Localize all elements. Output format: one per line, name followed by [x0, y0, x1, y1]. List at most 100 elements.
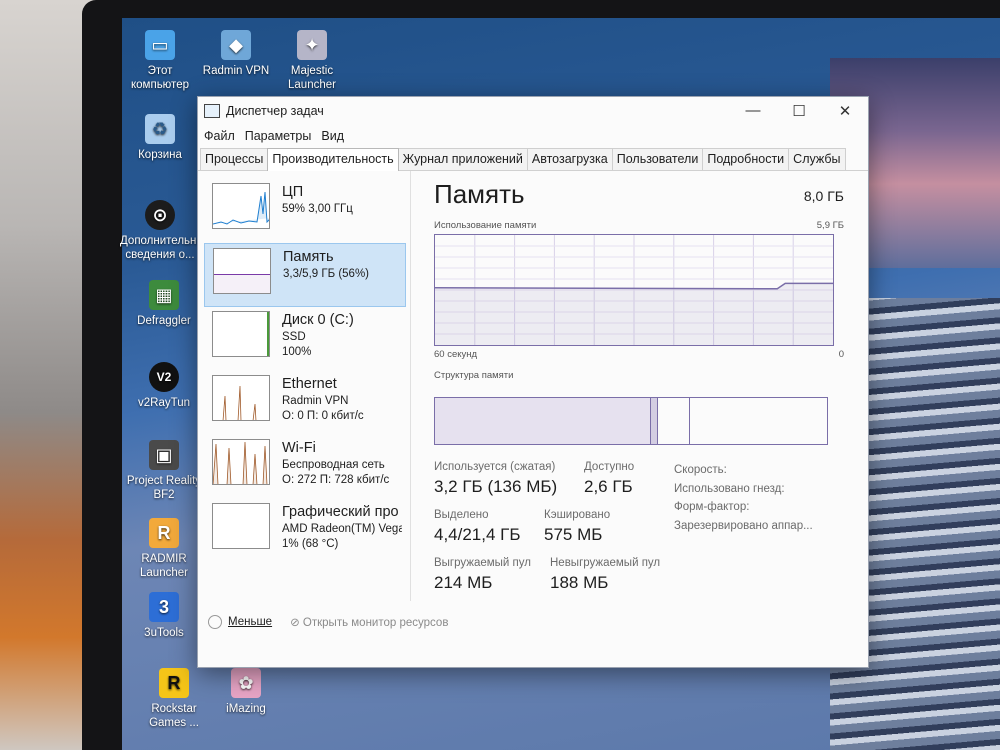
desktop-icon-majestic-launcher[interactable]: ✦ Majestic Launcher — [272, 30, 352, 92]
task-manager-window: Диспетчер задач — ☐ ✕ Файл Параметры Вид… — [197, 96, 869, 668]
composition-standby — [658, 398, 690, 444]
v2raytun-icon: V2 — [149, 362, 179, 392]
memory-composition-bar — [434, 397, 828, 445]
desktop-icon-project-reality[interactable]: ▣ Project Reality BF2 — [124, 440, 204, 502]
desktop-icon-recycle-bin[interactable]: ♻ Корзина — [120, 114, 200, 162]
desktop-icon-defraggler[interactable]: ▦ Defraggler — [124, 280, 204, 328]
fewer-details-button[interactable]: Меньше — [208, 615, 272, 629]
majestic-launcher-icon: ✦ — [297, 30, 327, 60]
desktop-icon-radmir-launcher[interactable]: R RADMIR Launcher — [124, 518, 204, 580]
memory-usage-plot — [434, 235, 833, 345]
stat-paged-pool: Выгружаемый пул 214 МБ — [434, 557, 531, 592]
defraggler-icon: ▦ — [149, 280, 179, 310]
radmir-launcher-icon: R — [149, 518, 179, 548]
resource-detail: 3,3/5,9 ГБ (56%) — [283, 268, 370, 280]
tab-performance[interactable]: Производительность — [267, 148, 399, 171]
window-title: Диспетчер задач — [226, 104, 324, 118]
ethernet-thumbnail-graph — [212, 375, 270, 421]
resource-detail: О: 0 П: 0 кбит/с — [282, 410, 364, 422]
title-bar[interactable]: Диспетчер задач — ☐ ✕ — [198, 97, 868, 125]
ethernet-sparkline — [222, 385, 257, 420]
composition-modified — [650, 398, 659, 444]
menu-options[interactable]: Параметры — [245, 129, 312, 143]
tab-users[interactable]: Пользователи — [611, 148, 704, 170]
wifi-sparkline — [213, 441, 268, 484]
imazing-icon: ✿ — [231, 668, 261, 698]
composition-label: Структура памяти — [434, 370, 514, 381]
radmin-vpn-icon: ◆ — [221, 30, 251, 60]
desktop-icon-radmin-vpn[interactable]: ◆ Radmin VPN — [196, 30, 276, 78]
slots-used-label: Использовано гнезд: — [674, 482, 785, 495]
desktop-icon-v2raytun[interactable]: V2 v2RayTun — [124, 362, 204, 410]
resource-list: ЦП 59% 3,00 ГГц Память 3,3/5,9 ГБ (56%) — [204, 179, 406, 563]
stat-committed: Выделено 4,4/21,4 ГБ — [434, 509, 521, 544]
stat-in-use: Используется (сжатая) 3,2 ГБ (136 МБ) — [434, 461, 558, 496]
usage-area — [435, 283, 833, 345]
menu-file[interactable]: Файл — [204, 129, 235, 143]
composition-in-use — [435, 398, 651, 444]
this-pc-icon: ▭ — [145, 30, 175, 60]
speed-label: Скорость: — [674, 464, 727, 476]
stat-cached: Кэшировано 575 МБ — [544, 509, 611, 544]
resource-detail: Беспроводная сеть — [282, 459, 385, 471]
desktop-icon-this-pc[interactable]: ▭ Этот компьютер — [120, 30, 200, 92]
tab-bar: Процессы Производительность Журнал прило… — [198, 147, 868, 171]
resource-detail: О: 272 П: 728 кбит/с — [282, 474, 390, 486]
resource-item-ethernet[interactable]: Ethernet Radmin VPN О: 0 П: 0 кбит/с — [204, 371, 406, 435]
tab-app-history[interactable]: Журнал приложений — [397, 148, 528, 170]
gpu-thumbnail-graph — [212, 503, 270, 549]
memory-thumbnail-fill — [214, 273, 270, 293]
desktop-icon-imazing[interactable]: ✿ iMazing — [206, 668, 286, 716]
memory-thumbnail-graph — [213, 248, 271, 294]
desktop-icon-rockstar[interactable]: R Rockstar Games ... — [134, 668, 214, 730]
desktop-icon-info[interactable]: ⊙ Дополнительные сведения о... — [120, 200, 211, 262]
resource-detail: 100% — [282, 346, 312, 358]
chevron-up-icon — [208, 615, 222, 629]
usage-graph-max: 5,9 ГБ — [816, 220, 844, 231]
stat-nonpaged-pool: Невыгружаемый пул 188 МБ — [550, 557, 661, 592]
close-button[interactable]: ✕ — [822, 102, 868, 120]
disk-thumbnail-fill — [213, 312, 269, 356]
tab-processes[interactable]: Процессы — [200, 148, 269, 170]
recycle-bin-icon: ♻ — [145, 114, 175, 144]
memory-capacity: 8,0 ГБ — [803, 188, 844, 204]
resource-item-disk[interactable]: Диск 0 (C:) SSD 100% — [204, 307, 406, 371]
disk-thumbnail-graph — [212, 311, 270, 357]
axis-left-label: 60 секунд — [434, 349, 478, 360]
stat-available: Доступно 2,6 ГБ — [584, 461, 635, 496]
composition-free — [690, 398, 827, 444]
menu-bar: Файл Параметры Вид — [198, 125, 868, 147]
resource-detail: 1% (68 °C) — [282, 538, 339, 550]
tab-details[interactable]: Подробности — [702, 148, 790, 170]
menu-view[interactable]: Вид — [321, 129, 344, 143]
memory-hardware-info: Скорость: Использовано гнезд: Форм-факто… — [674, 461, 813, 535]
cpu-sparkline — [213, 191, 269, 225]
3utools-icon: 3 — [149, 592, 179, 622]
resource-item-cpu[interactable]: ЦП 59% 3,00 ГГц — [204, 179, 406, 243]
footer: Меньше ⊘ Открыть монитор ресурсов — [208, 615, 448, 629]
memory-detail: Память 8,0 ГБ Использование памяти 5,9 Г… — [434, 179, 844, 592]
resource-title: Ethernet — [282, 376, 337, 392]
tab-startup[interactable]: Автозагрузка — [526, 148, 613, 170]
memory-usage-graph — [434, 234, 834, 346]
resource-title: ЦП — [282, 184, 304, 200]
maximize-button[interactable]: ☐ — [776, 102, 822, 120]
info-icon: ⊙ — [145, 200, 175, 230]
cpu-thumbnail-graph — [212, 183, 270, 229]
pane-divider — [410, 171, 411, 601]
open-resource-monitor-link[interactable]: ⊘ Открыть монитор ресурсов — [290, 615, 448, 629]
resource-item-wifi[interactable]: Wi-Fi Беспроводная сеть О: 272 П: 728 кб… — [204, 435, 406, 499]
resource-detail: AMD Radeon(TM) Vega — [282, 523, 402, 535]
resource-detail: SSD — [282, 331, 306, 343]
performance-pane: ЦП 59% 3,00 ГГц Память 3,3/5,9 ГБ (56%) — [198, 171, 868, 641]
wifi-thumbnail-graph — [212, 439, 270, 485]
resource-item-memory[interactable]: Память 3,3/5,9 ГБ (56%) — [204, 243, 406, 307]
hardware-reserved-label: Зарезервировано аппар... — [674, 519, 813, 532]
resource-title: Графический про — [282, 504, 399, 520]
usage-graph-label: Использование памяти — [434, 220, 537, 231]
resource-title: Память — [283, 249, 334, 265]
minimize-button[interactable]: — — [730, 102, 776, 120]
desktop-icon-3utools[interactable]: 3 3uTools — [124, 592, 204, 640]
resource-item-gpu[interactable]: Графический про AMD Radeon(TM) Vega 1% (… — [204, 499, 406, 563]
tab-services[interactable]: Службы — [788, 148, 846, 170]
